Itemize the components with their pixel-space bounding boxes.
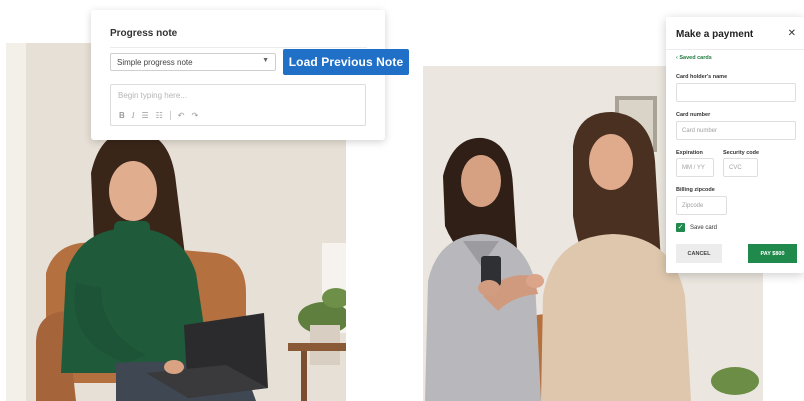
bold-icon[interactable]: B (119, 111, 125, 120)
toolbar-separator (169, 111, 171, 120)
payment-title: Make a payment (676, 29, 754, 40)
payment-panel: Make a payment ✕ ‹ Saved cards Card hold… (666, 17, 804, 273)
card-holder-label: Card holder's name (676, 74, 728, 80)
marketing-composite: Progress note Simple progress note ▼ Beg… (0, 0, 804, 401)
numbered-list-icon[interactable]: ☷ (156, 111, 163, 120)
expiration-input[interactable]: MM / YY (676, 158, 714, 177)
divider (110, 47, 367, 48)
divider (666, 49, 804, 50)
undo-icon[interactable]: ↶ (178, 111, 185, 120)
card-holder-input[interactable] (676, 83, 796, 102)
save-card-label: Save card (690, 224, 718, 231)
billing-zip-input[interactable]: Zipcode (676, 196, 727, 215)
progress-note-title: Progress note (110, 28, 178, 39)
cancel-button[interactable]: CANCEL (676, 244, 722, 263)
card-number-input[interactable]: Card number (676, 121, 796, 140)
italic-icon[interactable]: I (132, 111, 135, 120)
progress-note-card: Progress note Simple progress note ▼ Beg… (91, 10, 385, 140)
save-card-row[interactable]: ✓ Save card (676, 223, 717, 232)
close-icon[interactable]: ✕ (788, 28, 796, 39)
note-editor-placeholder: Begin typing here... (118, 91, 187, 100)
pay-button[interactable]: PAY $800 (748, 244, 797, 263)
billing-zip-label: Billing zipcode (676, 187, 715, 193)
note-template-value: Simple progress note (117, 58, 193, 67)
saved-cards-link[interactable]: ‹ Saved cards (676, 55, 712, 61)
expiration-label: Expiration (676, 150, 703, 156)
chevron-down-icon: ▼ (262, 57, 269, 64)
card-number-label: Card number (676, 112, 711, 118)
load-previous-note-button[interactable]: Load Previous Note (283, 49, 409, 75)
security-code-label: Security code (723, 150, 760, 156)
note-template-select[interactable]: Simple progress note ▼ (110, 53, 276, 71)
note-editor-toolbar: B I ☰ ☷ ↶ ↷ (119, 111, 198, 120)
note-editor[interactable]: Begin typing here... B I ☰ ☷ ↶ ↷ (110, 84, 366, 126)
save-card-checkbox[interactable]: ✓ (676, 223, 685, 232)
security-code-input[interactable]: CVC (723, 158, 758, 177)
redo-icon[interactable]: ↷ (192, 111, 199, 120)
bullet-list-icon[interactable]: ☰ (141, 111, 148, 120)
